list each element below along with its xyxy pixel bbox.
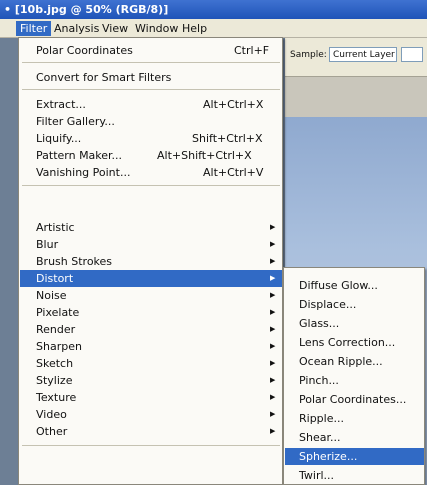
submenu-item-shear[interactable]: Shear... <box>285 429 424 446</box>
menu-item-sketch[interactable]: Sketch ▶ <box>20 355 282 372</box>
menu-item-label: Ripple... <box>299 412 344 425</box>
submenu-arrow-icon: ▶ <box>270 274 276 282</box>
menu-item-label: Distort <box>36 272 74 285</box>
submenu-arrow-icon: ▶ <box>270 325 276 333</box>
menu-item-render[interactable]: Render ▶ <box>20 321 282 338</box>
menu-item-label: Diffuse Glow... <box>299 279 378 292</box>
submenu-arrow-icon: ▶ <box>270 240 276 248</box>
menu-item-pixelate[interactable]: Pixelate ▶ <box>20 304 282 321</box>
menu-item-label: Sharpen <box>36 340 82 353</box>
menu-item-label: Other <box>36 425 68 438</box>
menu-item-label: Filter Gallery... <box>36 115 115 128</box>
submenu-arrow-icon: ▶ <box>270 359 276 367</box>
menu-help[interactable]: Help <box>178 21 211 36</box>
submenu-item-lens-correction[interactable]: Lens Correction... <box>285 334 424 351</box>
menu-filter[interactable]: Filter <box>16 21 52 36</box>
submenu-item-spherize[interactable]: Spherize... <box>285 448 424 465</box>
submenu-arrow-icon: ▶ <box>270 257 276 265</box>
menu-item-label: Blur <box>36 238 59 251</box>
submenu-arrow-icon: ▶ <box>270 291 276 299</box>
document-tab-area <box>285 77 427 117</box>
menu-item-distort[interactable]: Distort ▶ <box>20 270 282 287</box>
menu-view[interactable]: View <box>98 21 132 36</box>
menu-item-sharpen[interactable]: Sharpen ▶ <box>20 338 282 355</box>
menu-item-shortcut: Ctrl+F <box>234 44 270 57</box>
submenu-arrow-icon: ▶ <box>270 223 276 231</box>
menu-item-label: Polar Coordinates... <box>299 393 407 406</box>
menu-window[interactable]: Window <box>131 21 182 36</box>
menu-item-label: Liquify... <box>36 132 82 145</box>
filter-menu: Polar Coordinates Ctrl+F Convert for Sma… <box>18 37 283 485</box>
submenu-item-diffuse-glow[interactable]: Diffuse Glow... <box>285 277 424 294</box>
menu-item-vanishing-point[interactable]: Vanishing Point... Alt+Ctrl+V <box>20 164 282 181</box>
menu-item-liquify[interactable]: Liquify... Shift+Ctrl+X <box>20 130 282 147</box>
menu-item-label: Twirl... <box>299 469 335 482</box>
submenu-arrow-icon: ▶ <box>270 427 276 435</box>
submenu-item-displace[interactable]: Displace... <box>285 296 424 313</box>
menu-item-label: Brush Strokes <box>36 255 113 268</box>
menu-item-shortcut: Alt+Shift+Ctrl+X <box>157 149 252 162</box>
menu-item-texture[interactable]: Texture ▶ <box>20 389 282 406</box>
menu-bar: Filter Analysis View Window Help <box>0 19 427 38</box>
menu-item-blur[interactable]: Blur ▶ <box>20 236 282 253</box>
submenu-item-polar-coordinates[interactable]: Polar Coordinates... <box>285 391 424 408</box>
secondary-select[interactable] <box>401 47 423 62</box>
menu-analysis[interactable]: Analysis <box>50 21 103 36</box>
menu-item-convert-smart-filters[interactable]: Convert for Smart Filters <box>20 69 282 86</box>
submenu-item-pinch[interactable]: Pinch... <box>285 372 424 389</box>
menu-item-label: Extract... <box>36 98 86 111</box>
menu-item-shortcut: Alt+Ctrl+V <box>203 166 264 179</box>
menu-item-label: Pinch... <box>299 374 339 387</box>
menu-item-label: Vanishing Point... <box>36 166 131 179</box>
menu-item-pattern-maker[interactable]: Pattern Maker... Alt+Shift+Ctrl+X <box>20 147 282 164</box>
menu-item-label: Ocean Ripple... <box>299 355 383 368</box>
submenu-arrow-icon: ▶ <box>270 376 276 384</box>
submenu-arrow-icon: ▶ <box>270 410 276 418</box>
menu-item-other[interactable]: Other ▶ <box>20 423 282 440</box>
window-title-bar: • [10b.jpg @ 50% (RGB/8)] <box>0 0 427 19</box>
distort-submenu: Diffuse Glow... Displace... Glass... Len… <box>283 267 425 485</box>
menu-item-label: Displace... <box>299 298 357 311</box>
menu-item-extract[interactable]: Extract... Alt+Ctrl+X <box>20 96 282 113</box>
submenu-item-ocean-ripple[interactable]: Ocean Ripple... <box>285 353 424 370</box>
menu-item-label: Shear... <box>299 431 341 444</box>
menu-item-label: Lens Correction... <box>299 336 396 349</box>
menu-item-label: Video <box>36 408 67 421</box>
sample-label: Sample: <box>290 50 327 60</box>
submenu-arrow-icon: ▶ <box>270 393 276 401</box>
options-bar: Sample: Current Layer <box>285 38 427 77</box>
menu-item-label: Noise <box>36 289 67 302</box>
menu-item-last-filter[interactable]: Polar Coordinates Ctrl+F <box>20 42 282 59</box>
submenu-arrow-icon: ▶ <box>270 308 276 316</box>
menu-item-label: Stylize <box>36 374 73 387</box>
submenu-item-glass[interactable]: Glass... <box>285 315 424 332</box>
menu-separator <box>22 62 280 63</box>
menu-item-label: Convert for Smart Filters <box>36 71 172 84</box>
menu-item-shortcut: Shift+Ctrl+X <box>192 132 263 145</box>
menu-separator <box>22 445 280 446</box>
menu-item-shortcut: Alt+Ctrl+X <box>203 98 264 111</box>
menu-item-filter-gallery[interactable]: Filter Gallery... <box>20 113 282 130</box>
submenu-arrow-icon: ▶ <box>270 342 276 350</box>
menu-item-label: Glass... <box>299 317 340 330</box>
sample-select[interactable]: Current Layer <box>329 47 397 62</box>
menu-item-label: Pattern Maker... <box>36 149 123 162</box>
menu-item-brush-strokes[interactable]: Brush Strokes ▶ <box>20 253 282 270</box>
submenu-item-twirl[interactable]: Twirl... <box>285 467 424 484</box>
submenu-item-ripple[interactable]: Ripple... <box>285 410 424 427</box>
menu-item-artistic[interactable]: Artistic ▶ <box>20 219 282 236</box>
menu-item-video[interactable]: Video ▶ <box>20 406 282 423</box>
menu-item-label: Spherize... <box>299 450 358 463</box>
menu-item-label: Sketch <box>36 357 74 370</box>
menu-item-stylize[interactable]: Stylize ▶ <box>20 372 282 389</box>
menu-item-label: Polar Coordinates <box>36 44 133 57</box>
window-title: • [10b.jpg @ 50% (RGB/8)] <box>4 3 169 16</box>
menu-item-label: Texture <box>36 391 77 404</box>
menu-item-label: Artistic <box>36 221 75 234</box>
menu-item-noise[interactable]: Noise ▶ <box>20 287 282 304</box>
menu-separator <box>22 185 280 186</box>
menu-item-label: Pixelate <box>36 306 80 319</box>
menu-separator <box>22 89 280 90</box>
menu-item-label: Render <box>36 323 76 336</box>
